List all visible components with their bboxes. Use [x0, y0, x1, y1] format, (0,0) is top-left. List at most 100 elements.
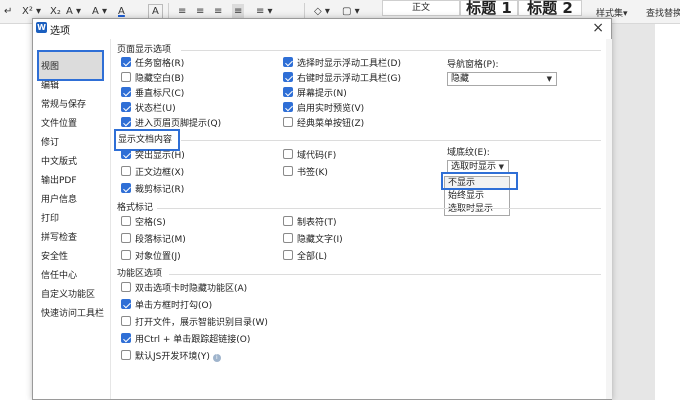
- nav-item-customize-ribbon[interactable]: 自定义功能区: [41, 286, 95, 304]
- checkbox-icon[interactable]: [121, 166, 131, 176]
- checkbox-checked-icon[interactable]: [283, 87, 293, 97]
- option-label: 任务窗格(R): [135, 59, 185, 69]
- option-bookmarks[interactable]: 书签(K): [283, 166, 328, 180]
- dialog-titlebar[interactable]: W 选项 ×: [33, 19, 611, 39]
- checkbox-icon[interactable]: [283, 149, 293, 159]
- nav-item-general-save[interactable]: 常规与保存: [41, 96, 86, 114]
- checkbox-checked-icon[interactable]: [121, 183, 131, 193]
- checkbox-icon[interactable]: [121, 216, 131, 226]
- checkbox-icon[interactable]: [121, 250, 131, 260]
- option-highlight[interactable]: 突出显示(H): [121, 149, 185, 163]
- option-label: 裁剪标记(R): [135, 185, 185, 195]
- checkbox-checked-icon[interactable]: [283, 57, 293, 67]
- nav-item-revision[interactable]: 修订: [41, 134, 59, 152]
- checkbox-checked-icon[interactable]: [283, 102, 293, 112]
- option-all-marks[interactable]: 全部(L): [283, 250, 327, 264]
- option-label: 空格(S): [135, 218, 166, 228]
- option-label: 段落标记(M): [135, 235, 186, 245]
- checkbox-icon[interactable]: [283, 117, 293, 127]
- option-label: 双击选项卡时隐藏功能区(A): [135, 284, 248, 294]
- option-default-js-env[interactable]: 默认JS开发环境(Y) i: [121, 350, 221, 364]
- nav-item-file-location[interactable]: 文件位置: [41, 115, 77, 133]
- option-field-codes[interactable]: 域代码(F): [283, 149, 336, 163]
- checkbox-icon[interactable]: [283, 166, 293, 176]
- checkbox-checked-icon[interactable]: [121, 87, 131, 97]
- option-click-box-check[interactable]: 单击方框时打勾(O): [121, 299, 212, 313]
- option-smart-toc[interactable]: 打开文件，展示智能识别目录(W): [121, 316, 268, 330]
- style-normal[interactable]: 正文: [382, 0, 460, 16]
- nav-item-spell-check[interactable]: 拼写检查: [41, 229, 77, 247]
- format-icon[interactable]: ↵: [4, 4, 12, 20]
- option-label: 域代码(F): [297, 151, 337, 161]
- option-label: 进入页眉页脚提示(Q): [135, 119, 222, 129]
- checkbox-icon[interactable]: [283, 250, 293, 260]
- nav-item-quick-access[interactable]: 快速访问工具栏: [41, 305, 104, 323]
- dialog-scrollbar[interactable]: [606, 39, 612, 399]
- find-replace-button[interactable]: 查找替换: [646, 6, 680, 22]
- chevron-down-icon: ▼: [546, 75, 552, 83]
- checkbox-icon[interactable]: [121, 72, 131, 82]
- option-label: 打开文件，展示智能识别目录(W): [135, 318, 268, 328]
- checkbox-icon[interactable]: [121, 282, 131, 292]
- option-label: 全部(L): [297, 252, 328, 262]
- option-live-preview[interactable]: 启用实时预览(V): [283, 102, 364, 116]
- option-hidden-text[interactable]: 隐藏文字(I): [283, 233, 343, 247]
- checkbox-checked-icon[interactable]: [121, 117, 131, 127]
- checkbox-checked-icon[interactable]: [121, 57, 131, 67]
- checkbox-icon[interactable]: [283, 216, 293, 226]
- style-heading-1[interactable]: 标题 1: [460, 0, 518, 16]
- select-value: 隐藏: [451, 74, 470, 84]
- option-label: 单击方框时打勾(O): [135, 301, 213, 311]
- wps-logo-icon: W: [36, 22, 47, 33]
- option-object-anchors[interactable]: 对象位置(J): [121, 250, 181, 264]
- checkbox-icon[interactable]: [121, 350, 131, 360]
- dropdown-option-always[interactable]: 始终显示: [445, 190, 509, 203]
- nav-item-print[interactable]: 打印: [41, 210, 59, 228]
- option-classic-menu[interactable]: 经典菜单按钮(Z): [283, 117, 364, 131]
- option-vertical-ruler[interactable]: 垂直标尺(C): [121, 87, 184, 101]
- nav-item-user-info[interactable]: 用户信息: [41, 191, 77, 209]
- checkbox-icon[interactable]: [283, 233, 293, 243]
- option-text-boundaries[interactable]: 正文边框(X): [121, 166, 184, 180]
- checkbox-icon[interactable]: [121, 316, 131, 326]
- checkbox-checked-icon[interactable]: [121, 102, 131, 112]
- option-label: 右键时显示浮动工具栏(G): [297, 74, 401, 84]
- group-divider: [181, 140, 601, 141]
- checkbox-checked-icon[interactable]: [121, 149, 131, 159]
- option-label: 选择时显示浮动工具栏(D): [297, 59, 401, 69]
- option-paragraph-marks[interactable]: 段落标记(M): [121, 233, 186, 247]
- nav-pane-select[interactable]: 隐藏 ▼: [447, 72, 557, 86]
- option-spaces[interactable]: 空格(S): [121, 216, 166, 230]
- nav-highlight-frame: [37, 50, 104, 81]
- option-status-bar[interactable]: 状态栏(U): [121, 102, 176, 116]
- checkbox-checked-icon[interactable]: [121, 299, 131, 309]
- info-icon[interactable]: i: [212, 354, 221, 362]
- option-label: 经典菜单按钮(Z): [297, 119, 365, 129]
- option-crop-marks[interactable]: 裁剪标记(R): [121, 183, 184, 197]
- option-float-toolbar-select[interactable]: 选择时显示浮动工具栏(D): [283, 57, 401, 71]
- nav-item-security[interactable]: 安全性: [41, 248, 68, 266]
- option-screen-tips[interactable]: 屏幕提示(N): [283, 87, 347, 101]
- style-heading-2[interactable]: 标题 2: [518, 0, 582, 16]
- checkbox-checked-icon[interactable]: [121, 333, 131, 343]
- close-icon[interactable]: ×: [592, 20, 604, 36]
- field-shading-label: 域底纹(E):: [447, 148, 490, 158]
- option-label: 突出显示(H): [135, 151, 185, 161]
- checkbox-checked-icon[interactable]: [283, 72, 293, 82]
- option-float-toolbar-rightclick[interactable]: 右键时显示浮动工具栏(G): [283, 72, 401, 86]
- options-nav: 视图 编辑 常规与保存 文件位置 修订 中文版式 输出PDF 用户信息 打印 拼…: [33, 39, 111, 399]
- nav-item-trust-center[interactable]: 信任中心: [41, 267, 77, 285]
- nav-item-export-pdf[interactable]: 输出PDF: [41, 172, 77, 190]
- checkbox-icon[interactable]: [121, 233, 131, 243]
- option-hide-blank[interactable]: 隐藏空白(B): [121, 72, 184, 86]
- option-task-pane[interactable]: 任务窗格(R): [121, 57, 184, 71]
- option-label: 书签(K): [297, 168, 328, 178]
- option-ctrl-click-link[interactable]: 用Ctrl + 单击跟踪超链接(O): [121, 333, 250, 347]
- option-label: 正文边框(X): [135, 168, 185, 178]
- option-tab-chars[interactable]: 制表符(T): [283, 216, 337, 230]
- group-divider: [181, 50, 601, 51]
- option-dblclick-hide-ribbon[interactable]: 双击选项卡时隐藏功能区(A): [121, 282, 247, 296]
- dropdown-option-on-select[interactable]: 选取时显示: [445, 203, 509, 216]
- group-title-format-marks: 格式标记: [117, 203, 154, 213]
- nav-item-chinese-layout[interactable]: 中文版式: [41, 153, 77, 171]
